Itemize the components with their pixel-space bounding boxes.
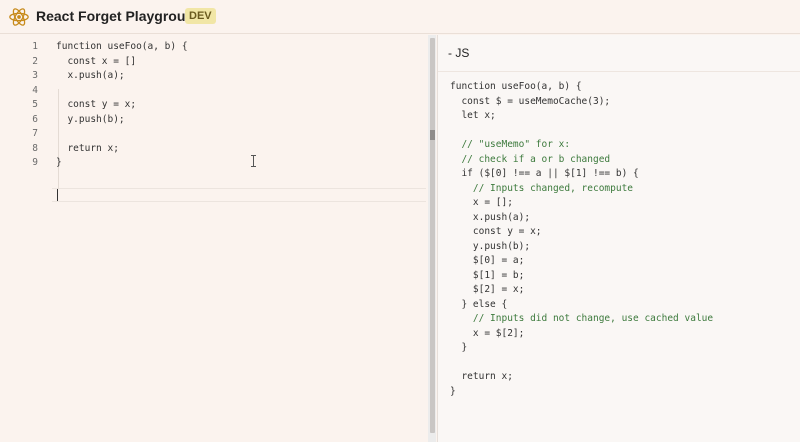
output-code-line: } else { [450, 298, 508, 310]
code-line: const x = [] [56, 55, 137, 67]
output-code-line: x = $[2]; [450, 327, 525, 339]
code-line: x.push(a); [56, 70, 125, 81]
output-code-line: y.push(b); [450, 240, 531, 252]
code-line: return x; [56, 142, 119, 154]
output-code-line: // Inputs changed, recompute [450, 182, 634, 194]
code-line: } [56, 157, 62, 168]
editor-code[interactable]: function useFoo(a, b) { const x = [] x.p… [56, 40, 188, 171]
output-code-line: function useFoo(a, b) { [450, 81, 582, 92]
output-code-line: // Inputs did not change, use cached val… [450, 313, 714, 324]
react-atom-icon [9, 8, 29, 26]
output-code-line: $[2] = x; [450, 284, 525, 295]
source-editor[interactable]: 1 2 3 4 5 6 7 8 9 function useFoo(a, b) { const … [0, 35, 426, 442]
output-code-line: const $ = useMemoCache(3); [450, 95, 611, 107]
output-pane: - JS function useFoo(a, b) { const $ = u… [437, 35, 800, 442]
tab-divider [438, 71, 800, 72]
scrollbar-marker [430, 130, 435, 140]
output-code-line: if ($[0] !== a || $[1] !== b) { [450, 168, 639, 179]
output-code-line: } [450, 385, 456, 397]
line-number: 6 [32, 113, 38, 125]
output-code-line: // "useMemo" for x: [450, 139, 571, 150]
output-code: function useFoo(a, b) { const $ = useMem… [450, 80, 713, 399]
output-code-line: return x; [450, 371, 513, 382]
output-code-line [450, 124, 713, 139]
code-line: const y = x; [56, 99, 137, 110]
app-header: React Forget Playground DEV [0, 0, 800, 34]
code-line: y.push(b); [56, 113, 125, 125]
output-code-line: } [450, 342, 468, 353]
output-code-line: // check if a or b changed [450, 153, 611, 165]
code-line: function useFoo(a, b) { [56, 41, 188, 52]
output-code-line: x = []; [450, 197, 513, 208]
line-number: 3 [32, 70, 38, 81]
tab-js[interactable]: - JS [448, 46, 469, 60]
text-cursor [57, 189, 58, 201]
line-number: 2 [32, 55, 38, 67]
line-number: 7 [32, 128, 38, 139]
output-code-line [450, 356, 713, 371]
app-title: React Forget Playground [36, 8, 203, 24]
line-number: 9 [32, 157, 38, 168]
line-number: 1 [32, 41, 38, 52]
output-code-line: let x; [450, 110, 496, 121]
scrollbar-thumb[interactable] [430, 38, 435, 433]
line-number: 5 [32, 99, 38, 110]
output-code-line: $[0] = a; [450, 255, 525, 266]
dev-badge: DEV [185, 8, 216, 24]
output-code-line: $[1] = b; [450, 269, 525, 281]
line-number-gutter: 1 2 3 4 5 6 7 8 9 [18, 40, 38, 171]
line-number: 8 [32, 142, 38, 154]
line-number: 4 [32, 84, 38, 96]
ibeam-cursor-icon [251, 155, 256, 167]
output-code-line: x.push(a); [450, 211, 531, 223]
output-code-line: const y = x; [450, 226, 542, 237]
current-line-highlight [52, 188, 426, 202]
